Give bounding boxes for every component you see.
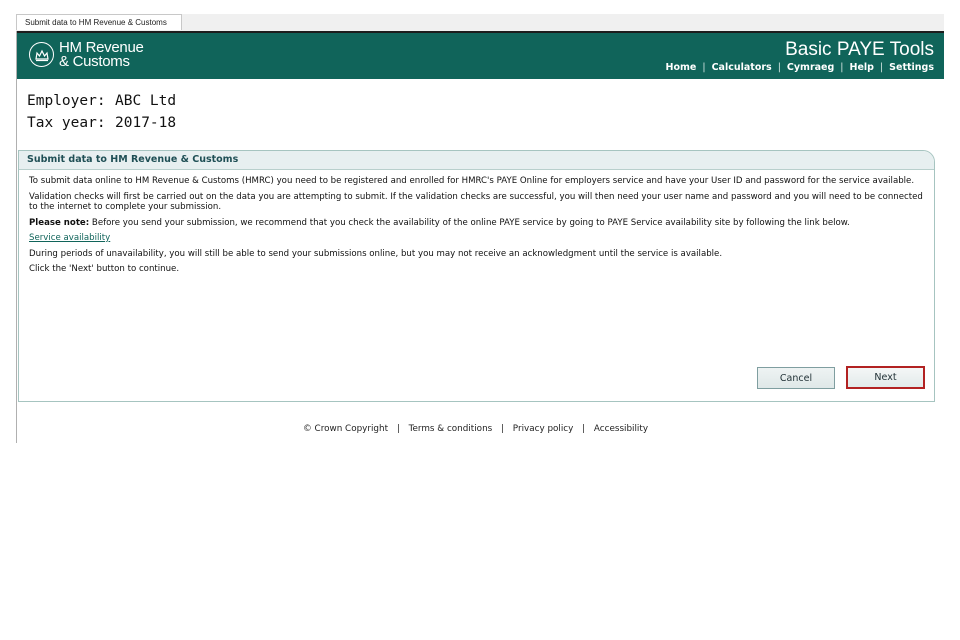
note-text: Before you send your submission, we reco… bbox=[89, 217, 850, 228]
note-paragraph: Please note: Before you send your submis… bbox=[29, 218, 924, 229]
note-label: Please note: bbox=[29, 217, 90, 228]
panel-body: To submit data online to HM Revenue & Cu… bbox=[19, 170, 934, 275]
footer: © Crown Copyright | Terms & conditions |… bbox=[17, 424, 934, 434]
continue-instruction: Click the 'Next' button to continue. bbox=[29, 264, 180, 274]
employer-label: Employer: bbox=[27, 93, 106, 109]
nav-settings[interactable]: Settings bbox=[889, 62, 934, 73]
footer-separator: | bbox=[396, 424, 400, 434]
footer-separator: | bbox=[582, 424, 586, 434]
unavailability-paragraph: During periods of unavailability, you wi… bbox=[29, 248, 723, 259]
app-title: Basic PAYE Tools bbox=[785, 39, 934, 60]
nav-separator: | bbox=[702, 62, 706, 73]
crown-crest-icon bbox=[29, 42, 54, 67]
employer-row: Employer: ABC Ltd bbox=[27, 90, 176, 112]
tab-submit-data[interactable]: Submit data to HM Revenue & Customs bbox=[16, 14, 182, 30]
validation-paragraph: Validation checks will first be carried … bbox=[29, 191, 923, 213]
nav-help[interactable]: Help bbox=[850, 62, 874, 73]
intro-paragraph: To submit data online to HM Revenue & Cu… bbox=[29, 176, 915, 186]
employer-info: Employer: ABC Ltd Tax year: 2017-18 bbox=[27, 90, 176, 134]
employer-value: ABC Ltd bbox=[115, 93, 177, 109]
tax-year-label: Tax year: bbox=[27, 115, 106, 131]
service-availability-link[interactable]: Service availability bbox=[29, 233, 110, 243]
submit-panel: Submit data to HM Revenue & Customs To s… bbox=[18, 150, 935, 402]
copyright-text: © Crown Copyright bbox=[302, 424, 389, 434]
nav-separator: | bbox=[840, 62, 844, 73]
nav-home[interactable]: Home bbox=[666, 62, 697, 73]
nav-separator: | bbox=[879, 62, 884, 73]
logo-line2: & Customs bbox=[59, 53, 130, 70]
hmrc-logo: HM Revenue & Customs bbox=[29, 40, 144, 70]
nav-calculators[interactable]: Calculators bbox=[712, 62, 772, 73]
app-header: HM Revenue & Customs Basic PAYE Tools Ho… bbox=[17, 31, 944, 79]
cancel-button[interactable]: Cancel bbox=[757, 367, 835, 389]
next-button[interactable]: Next bbox=[846, 366, 925, 389]
footer-separator: | bbox=[501, 424, 504, 434]
tax-year-row: Tax year: 2017-18 bbox=[27, 112, 176, 134]
top-navigation: Home | Calculators | Cymraeg | Help | Se… bbox=[666, 62, 934, 73]
nav-separator: | bbox=[777, 62, 781, 73]
tax-year-value: 2017-18 bbox=[115, 115, 177, 131]
logo-text: HM Revenue & Customs bbox=[59, 40, 144, 70]
window-left-border bbox=[16, 31, 17, 443]
accessibility-link[interactable]: Accessibility bbox=[594, 424, 648, 434]
privacy-link[interactable]: Privacy policy bbox=[513, 424, 574, 434]
terms-link[interactable]: Terms & conditions bbox=[409, 424, 493, 434]
nav-cymraeg[interactable]: Cymraeg bbox=[787, 62, 834, 73]
tab-strip: Submit data to HM Revenue & Customs bbox=[16, 14, 944, 31]
panel-title: Submit data to HM Revenue & Customs bbox=[19, 151, 934, 170]
